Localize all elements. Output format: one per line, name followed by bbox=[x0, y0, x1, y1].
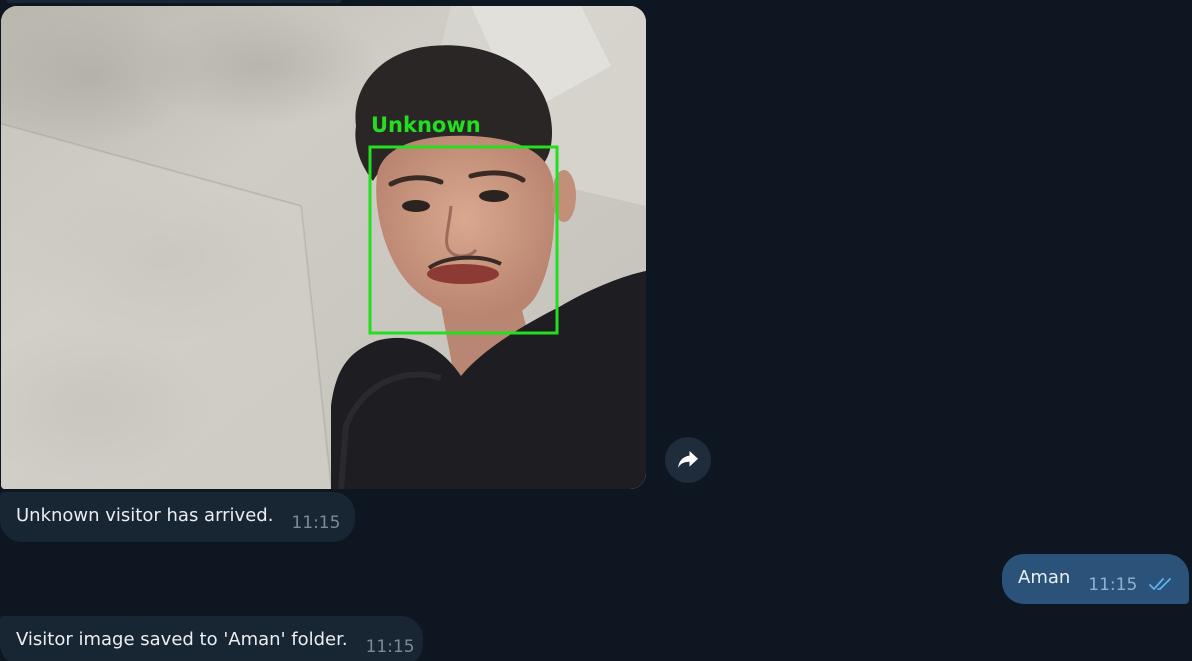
message-text: Visitor image saved to 'Aman' folder. bbox=[16, 628, 348, 650]
message-time: 11:15 bbox=[1088, 575, 1138, 595]
visitor-photo-image bbox=[1, 6, 646, 489]
message-bubble-image-saved[interactable]: Visitor image saved to 'Aman' folder. 11… bbox=[0, 616, 423, 661]
face-label: Unknown bbox=[371, 113, 481, 137]
previous-message-edge bbox=[6, 0, 342, 3]
message-time: 11:15 bbox=[365, 637, 415, 657]
message-time: 11:15 bbox=[291, 513, 341, 533]
message-text: Unknown visitor has arrived. bbox=[16, 504, 274, 526]
forward-button[interactable] bbox=[665, 437, 711, 483]
message-bubble-aman[interactable]: Aman 11:15 bbox=[1002, 554, 1189, 604]
chat-view: Unknown Unknown visitor has arrived. 11:… bbox=[0, 0, 1192, 661]
forward-arrow-icon bbox=[678, 451, 698, 468]
message-text: Aman bbox=[1018, 566, 1071, 588]
message-bubble-visitor-arrived[interactable]: Unknown visitor has arrived. 11:15 bbox=[0, 492, 355, 542]
visitor-photo[interactable]: Unknown bbox=[1, 6, 646, 489]
double-check-icon bbox=[1149, 575, 1175, 596]
